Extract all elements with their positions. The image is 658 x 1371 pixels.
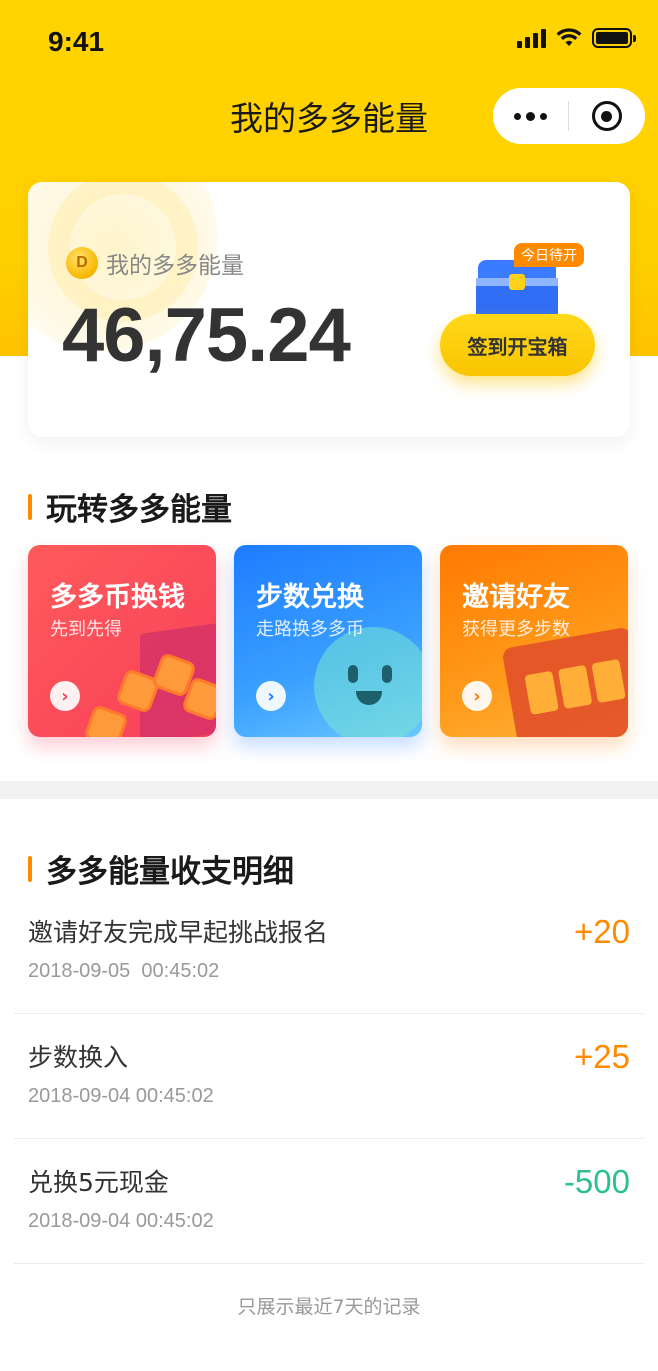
feature-card-title: 多多币换钱 xyxy=(50,582,185,613)
battery-icon xyxy=(592,28,636,48)
more-dot-icon xyxy=(514,112,521,120)
wifi-icon xyxy=(556,28,582,46)
section-title-play: 玩转多多能量 xyxy=(28,484,232,529)
section-title-text: 多多能量收支明细 xyxy=(46,854,294,890)
record-title: 邀请好友完成早起挑战报名 xyxy=(28,918,329,947)
status-badge: 今日待开 xyxy=(514,243,584,267)
record-time: 2018-09-04 00:45:02 xyxy=(28,1210,214,1232)
mascot-illustration xyxy=(314,627,422,737)
record-time: 2018-09-05 00:45:02 xyxy=(28,960,220,982)
feature-card-title: 步数兑换 xyxy=(256,582,364,613)
record-amount: +25 xyxy=(574,1038,630,1075)
section-title-text: 玩转多多能量 xyxy=(46,492,232,528)
feature-card-step-exchange[interactable]: 步数兑换 走路换多多币 › xyxy=(234,545,422,737)
more-button[interactable] xyxy=(493,88,568,144)
feature-card-subtitle: 先到先得 xyxy=(50,619,122,640)
close-button[interactable] xyxy=(569,88,644,144)
record-amount: +20 xyxy=(574,913,630,950)
treasure-chest-icon[interactable] xyxy=(476,260,558,322)
record-amount: -500 xyxy=(563,1163,630,1200)
energy-card: D 我的多多能量 46,75.24 今日待开 签到开宝箱 xyxy=(28,182,630,437)
record-title: 兑换5元现金 xyxy=(28,1168,169,1197)
mini-program-capsule xyxy=(493,88,645,144)
energy-value: 46,75.24 xyxy=(62,293,351,378)
signal-icon xyxy=(517,28,546,48)
feature-card-invite-friends[interactable]: 邀请好友 获得更多步数 › xyxy=(440,545,628,737)
sign-in-open-chest-button[interactable]: 签到开宝箱 xyxy=(440,314,595,376)
list-item: 邀请好友完成早起挑战报名 2018-09-05 00:45:02 +20 xyxy=(14,889,644,1014)
coin-icon: D xyxy=(66,247,98,279)
section-title-detail: 多多能量收支明细 xyxy=(28,846,294,891)
energy-label: 我的多多能量 xyxy=(106,253,244,279)
status-time: 9:41 xyxy=(48,26,105,57)
feature-card-subtitle: 获得更多步数 xyxy=(462,619,570,640)
record-time: 2018-09-04 00:45:02 xyxy=(28,1085,214,1107)
chevron-right-icon[interactable]: › xyxy=(256,681,286,711)
section-accent-bar xyxy=(28,855,32,882)
section-divider xyxy=(0,781,658,799)
section-accent-bar xyxy=(28,493,32,520)
feature-card-title: 邀请好友 xyxy=(462,582,570,613)
status-icons xyxy=(517,28,636,48)
target-icon xyxy=(591,101,622,131)
status-bar: 9:41 xyxy=(0,0,658,84)
feature-card-subtitle: 走路换多多币 xyxy=(256,619,364,640)
chevron-right-icon[interactable]: › xyxy=(462,681,492,711)
chevron-right-icon[interactable]: › xyxy=(50,681,80,711)
record-title: 步数换入 xyxy=(28,1043,129,1072)
footer-note: 只展示最近7天的记录 xyxy=(237,1296,421,1318)
more-dot-icon xyxy=(526,111,535,121)
list-item: 步数换入 2018-09-04 00:45:02 +25 xyxy=(14,1014,644,1139)
list-item: 兑换5元现金 2018-09-04 00:45:02 -500 xyxy=(14,1139,644,1264)
energy-label-row: D 我的多多能量 xyxy=(66,246,244,280)
feature-card-coin-to-cash[interactable]: 多多币换钱 先到先得 › xyxy=(28,545,216,737)
more-dot-icon xyxy=(540,112,547,120)
coin-illustration xyxy=(82,703,130,737)
slot-machine-illustration xyxy=(501,626,628,737)
